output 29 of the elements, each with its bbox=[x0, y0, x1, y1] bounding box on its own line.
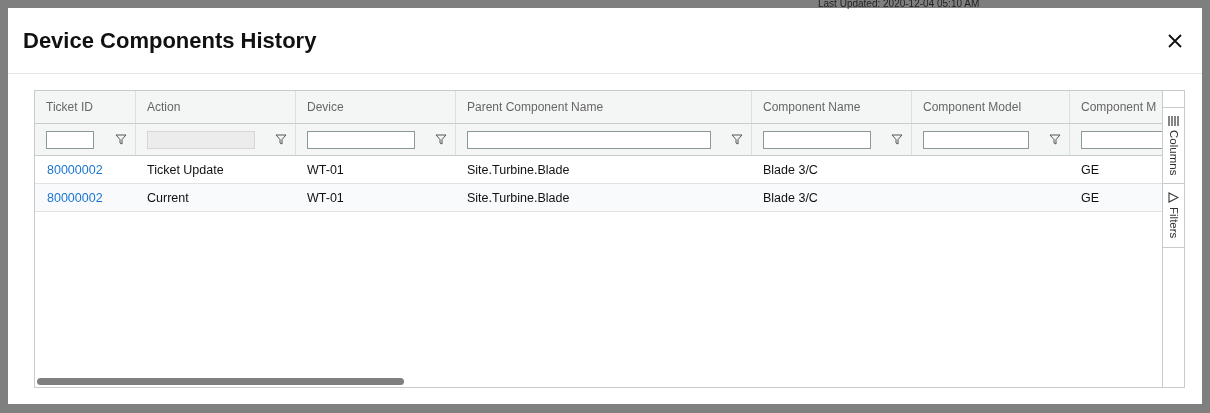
filter-field[interactable] bbox=[923, 130, 1029, 149]
table-cell: Site.Turbine.Blade bbox=[467, 162, 570, 177]
filter-field[interactable] bbox=[467, 130, 711, 149]
table-cell: WT-01 bbox=[307, 162, 344, 177]
filter-field[interactable] bbox=[763, 130, 871, 149]
filter-field[interactable] bbox=[46, 130, 94, 149]
column-header[interactable]: Ticket ID bbox=[35, 91, 135, 123]
columns-icon bbox=[1168, 116, 1179, 126]
scrollbar-thumb[interactable] bbox=[37, 378, 404, 385]
filter-field[interactable] bbox=[1081, 130, 1162, 149]
column-header[interactable]: Device bbox=[295, 91, 455, 123]
table-cell: Blade 3/C bbox=[763, 190, 818, 205]
last-updated-text: Last Updated: 2020-12-04 05:10 AM bbox=[818, 0, 980, 8]
table-cell: GE bbox=[1081, 190, 1100, 205]
table-cell: Site.Turbine.Blade bbox=[467, 190, 570, 205]
table-cell: Current bbox=[147, 190, 189, 205]
ticket-link[interactable]: 80000002 bbox=[47, 190, 103, 205]
dialog-title: Device Components History bbox=[23, 27, 317, 54]
close-icon bbox=[1168, 33, 1182, 48]
filter-field[interactable] bbox=[307, 130, 415, 149]
table-cell: Blade 3/C bbox=[763, 162, 818, 177]
ticket-link[interactable]: 80000002 bbox=[47, 162, 103, 177]
table-cell: Ticket Update bbox=[147, 162, 224, 177]
column-header[interactable]: Parent Component Name bbox=[455, 91, 751, 123]
column-header[interactable]: Component Model bbox=[911, 91, 1069, 123]
table-cell: GE bbox=[1081, 162, 1100, 177]
column-header[interactable]: Component Name bbox=[751, 91, 911, 123]
table-cell: WT-01 bbox=[307, 190, 344, 205]
column-header[interactable]: Action bbox=[135, 91, 295, 123]
